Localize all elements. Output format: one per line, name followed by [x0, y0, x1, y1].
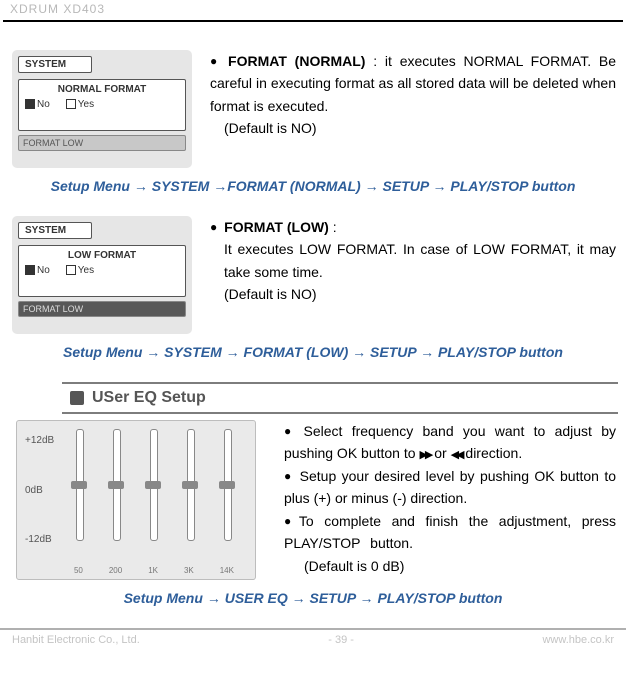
- lcd-footer: FORMAT LOW: [18, 301, 186, 317]
- footer: Hanbit Electronic Co., Ltd. - 39 - www.h…: [0, 634, 626, 652]
- desc-line: ● FORMAT (LOW) :: [210, 216, 616, 238]
- bullet-icon: ●: [284, 512, 291, 531]
- page: XDRUM XD403 SYSTEM NORMAL FORMAT No Yes …: [0, 0, 626, 652]
- lcd-opt-no: No: [25, 265, 50, 276]
- bullet-icon: ●: [210, 218, 217, 237]
- lcd-panel-label: SYSTEM: [18, 222, 92, 239]
- footer-page: - 39 -: [140, 634, 543, 646]
- lcd-footer: FORMAT LOW: [18, 135, 186, 151]
- user-eq-default: (Default is 0 dB): [284, 555, 616, 577]
- section-user-eq: +12dB 0dB -12dB 50 200 1K: [0, 420, 626, 580]
- format-low-heading-suffix: :: [329, 219, 337, 235]
- eq-knob-icon: [145, 481, 161, 489]
- footer-company: Hanbit Electronic Co., Ltd.: [12, 634, 140, 646]
- eq-gain-labels: +12dB 0dB -12dB: [25, 429, 61, 557]
- eq-lcd: +12dB 0dB -12dB 50 200 1K: [16, 420, 256, 580]
- desc-line: ● Select frequency band you want to adju…: [284, 420, 616, 465]
- desc-line: ● Setup your desired level by pushing OK…: [284, 465, 616, 510]
- desc-line: ● To complete and finish the adjustment,…: [284, 510, 616, 555]
- eq-slider: [182, 429, 200, 557]
- desc-line: ● FORMAT (NORMAL) : it executes NORMAL F…: [210, 50, 616, 117]
- format-low-body: It executes LOW FORMAT. In case of LOW F…: [210, 238, 616, 283]
- rewind-icon: ◀◀: [451, 449, 462, 461]
- lcd-options: No Yes: [25, 265, 179, 276]
- eq-knob-icon: [108, 481, 124, 489]
- section-format-low: SYSTEM LOW FORMAT No Yes FORMAT LOW ● FO…: [0, 216, 626, 334]
- format-normal-desc: ● FORMAT (NORMAL) : it executes NORMAL F…: [210, 50, 622, 140]
- radio-selected-icon: [25, 99, 35, 109]
- fast-forward-icon: ▶▶: [419, 449, 430, 461]
- lcd-body: LOW FORMAT No Yes: [18, 245, 186, 297]
- path-user-eq: Setup Menu → USER EQ → SETUP → PLAY/STOP…: [0, 590, 626, 606]
- bullet-icon: ●: [210, 52, 217, 71]
- eq-slider: [219, 429, 237, 557]
- lcd-body: NORMAL FORMAT No Yes: [18, 79, 186, 131]
- path-format-normal: Setup Menu → SYSTEM →FORMAT (NORMAL) → S…: [0, 178, 626, 194]
- format-normal-default: (Default is NO): [210, 117, 616, 139]
- eq-bar-icon: [70, 391, 84, 405]
- lcd-title: LOW FORMAT: [25, 250, 179, 261]
- user-eq-thumbnail: +12dB 0dB -12dB 50 200 1K: [12, 420, 266, 580]
- format-low-desc: ● FORMAT (LOW) : It executes LOW FORMAT.…: [210, 216, 622, 306]
- header-rule: [3, 20, 623, 22]
- header-product: XDRUM XD403: [0, 0, 626, 20]
- eq-slider: [108, 429, 126, 557]
- eq-knob-icon: [219, 481, 235, 489]
- section-format-normal: SYSTEM NORMAL FORMAT No Yes FORMAT LOW ●…: [0, 50, 626, 168]
- lcd-opt-yes: Yes: [66, 265, 94, 276]
- format-low-thumbnail: SYSTEM LOW FORMAT No Yes FORMAT LOW: [12, 216, 192, 334]
- footer-url: www.hbe.co.kr: [542, 634, 614, 646]
- eq-knob-icon: [182, 481, 198, 489]
- lcd-options: No Yes: [25, 99, 179, 110]
- lcd-panel-label: SYSTEM: [18, 56, 92, 73]
- radio-unselected-icon: [66, 99, 76, 109]
- eq-sliders: [61, 429, 247, 557]
- bullet-icon: ●: [284, 422, 291, 441]
- format-low-default: (Default is NO): [210, 283, 616, 305]
- eq-knob-icon: [71, 481, 87, 489]
- lcd-opt-no: No: [25, 99, 50, 110]
- radio-selected-icon: [25, 265, 35, 275]
- lcd-title: NORMAL FORMAT: [25, 84, 179, 95]
- footer-rule: [0, 628, 626, 630]
- eq-freq-labels: 50 200 1K 3K 14K: [61, 566, 247, 575]
- eq-slider: [145, 429, 163, 557]
- path-format-low: Setup Menu → SYSTEM → FORMAT (LOW) → SET…: [0, 344, 626, 360]
- lcd-opt-yes: Yes: [66, 99, 94, 110]
- system-lcd-low: SYSTEM LOW FORMAT No Yes FORMAT LOW: [12, 216, 192, 334]
- format-low-heading: FORMAT (LOW): [224, 219, 329, 235]
- user-eq-bar-title: USer EQ Setup: [92, 389, 206, 407]
- bullet-icon: ●: [284, 467, 291, 486]
- format-normal-thumbnail: SYSTEM NORMAL FORMAT No Yes FORMAT LOW: [12, 50, 192, 168]
- user-eq-bar: USer EQ Setup: [62, 382, 618, 414]
- radio-unselected-icon: [66, 265, 76, 275]
- system-lcd-normal: SYSTEM NORMAL FORMAT No Yes FORMAT LOW: [12, 50, 192, 168]
- format-normal-heading: FORMAT (NORMAL): [228, 53, 365, 69]
- user-eq-desc: ● Select frequency band you want to adju…: [284, 420, 622, 577]
- eq-slider: [71, 429, 89, 557]
